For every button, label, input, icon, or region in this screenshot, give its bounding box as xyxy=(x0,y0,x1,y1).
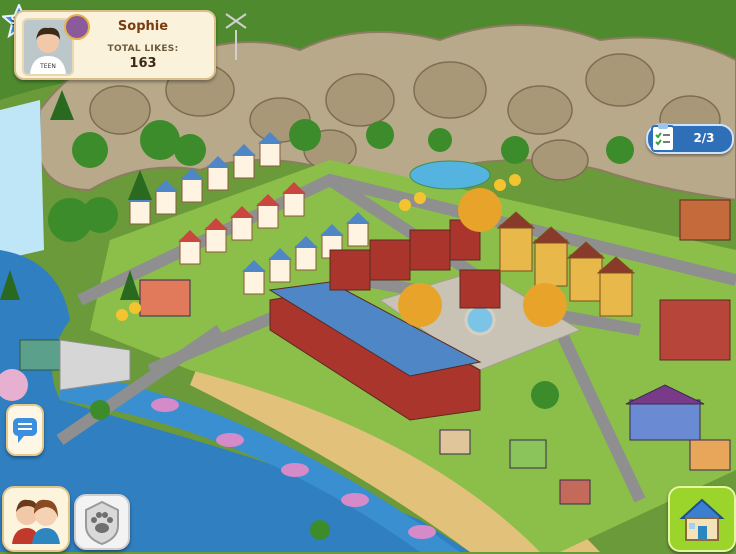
build-button[interactable] xyxy=(668,486,736,552)
clipboard-checklist-icon xyxy=(651,123,675,152)
chat-bubble-icon xyxy=(13,418,37,443)
house-build-icon xyxy=(679,498,725,541)
profile-card[interactable]: TEEN Sophie TOTAL LIKES: 163 xyxy=(14,10,216,80)
pond xyxy=(409,160,491,190)
fountain xyxy=(464,304,496,336)
waterfall xyxy=(0,100,44,260)
total-likes-label: TOTAL LIKES: xyxy=(107,44,179,54)
chat-button[interactable] xyxy=(6,404,44,456)
tasks-button[interactable]: 2/3 xyxy=(646,123,734,154)
friends-button[interactable] xyxy=(2,486,70,552)
friends-icon xyxy=(12,499,60,544)
pet-button[interactable] xyxy=(74,494,130,550)
town-map[interactable] xyxy=(0,0,736,552)
player-name: Sophie xyxy=(117,19,169,34)
total-likes-value: 163 xyxy=(129,56,157,71)
paw-icon xyxy=(85,500,119,546)
tasks-count: 2/3 xyxy=(693,131,715,145)
avatar-shirt-text: TEEN xyxy=(39,63,56,70)
